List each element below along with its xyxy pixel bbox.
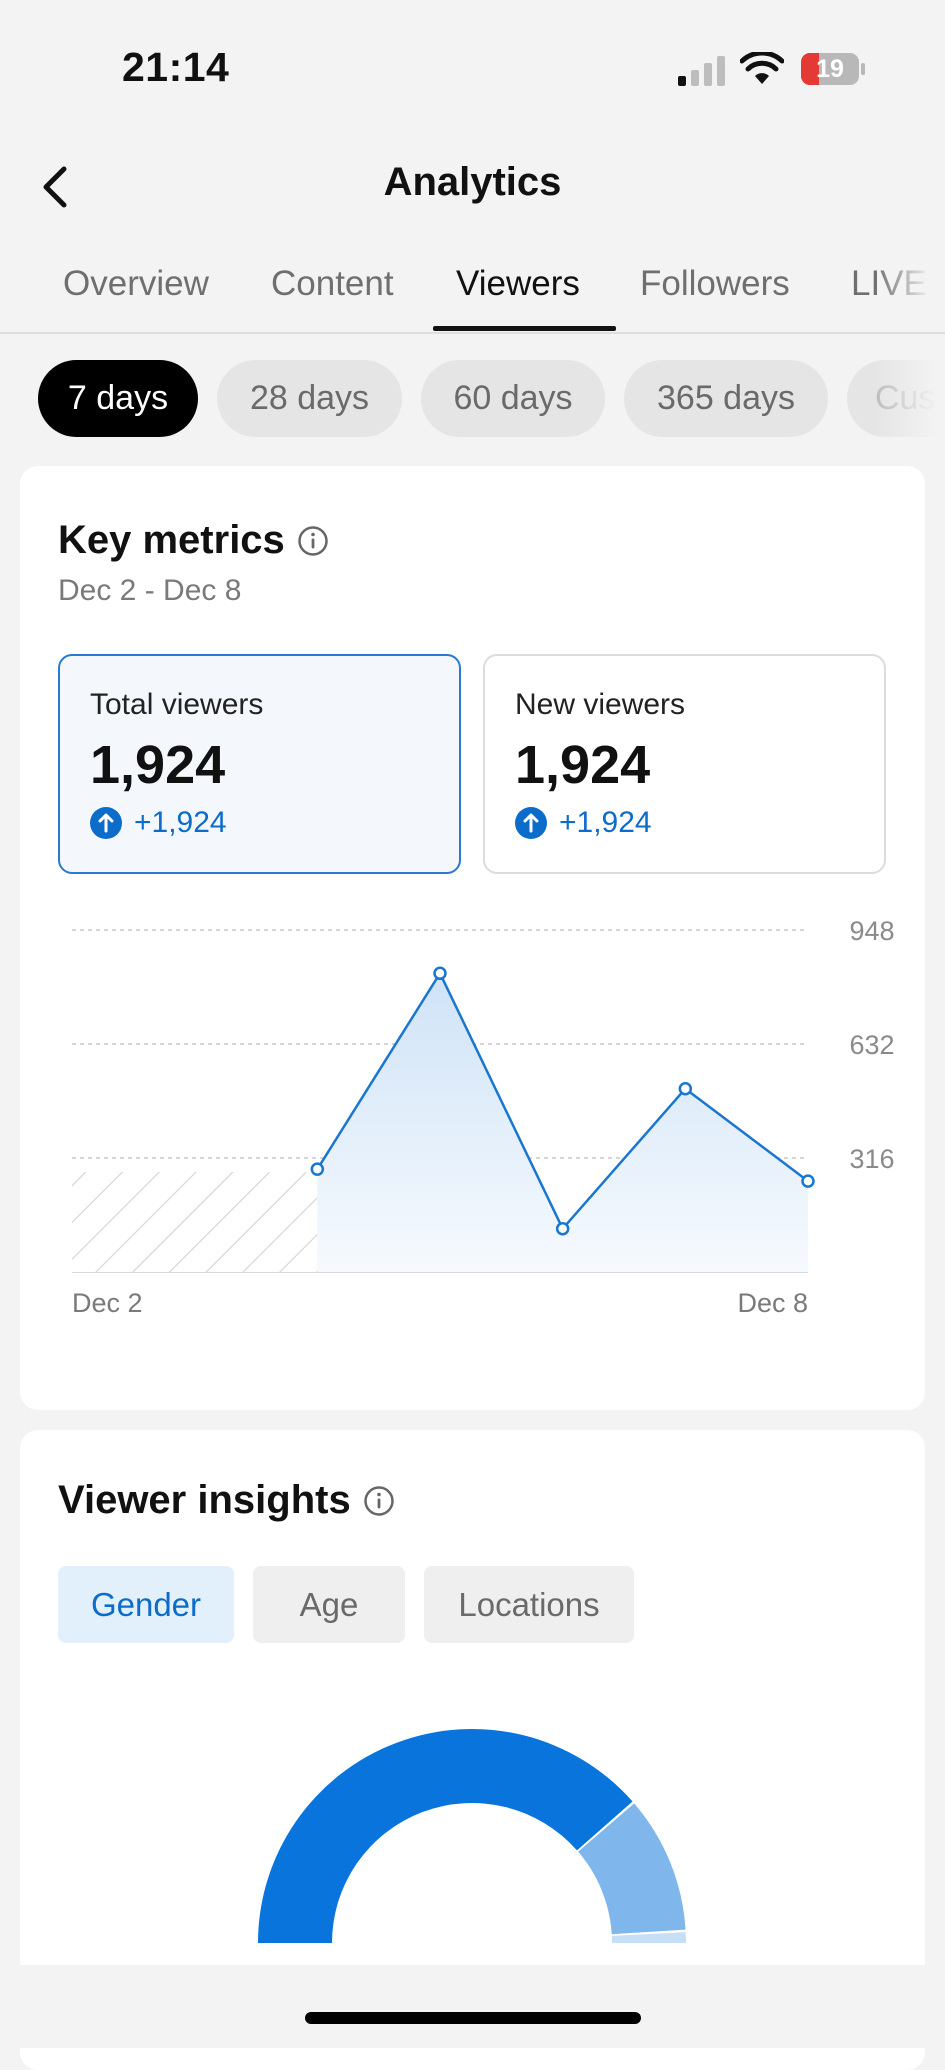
home-indicator <box>305 2012 641 2024</box>
range-7-days[interactable]: 7 days <box>38 360 198 437</box>
status-bar: 21:14 19 <box>0 0 945 120</box>
tab-viewers[interactable]: Viewers <box>456 264 580 304</box>
wifi-icon <box>740 52 784 84</box>
metric-new-viewers[interactable]: New viewers 1,924 +1,924 <box>483 654 886 874</box>
viewer-insights-title: Viewer insights <box>58 1478 351 1522</box>
analytics-tabs: Overview Content Viewers Followers LIVE <box>0 240 945 334</box>
cellular-signal-icon <box>678 56 725 86</box>
metric-value: 1,924 <box>515 735 651 795</box>
y-tick-label: 316 <box>849 1144 894 1174</box>
arrow-up-circle-icon <box>90 807 122 839</box>
key-metrics-title: Key metrics <box>58 518 285 562</box>
insight-tab-age[interactable]: Age <box>253 1566 405 1643</box>
y-tick-label: 632 <box>849 1030 894 1060</box>
insight-tab-locations[interactable]: Locations <box>424 1566 634 1643</box>
x-tick-label: Dec 8 <box>737 1288 808 1318</box>
metric-total-viewers[interactable]: Total viewers 1,924 +1,924 <box>58 654 461 874</box>
insight-tab-gender[interactable]: Gender <box>58 1566 234 1643</box>
metric-label: New viewers <box>515 688 686 721</box>
metric-change-value: +1,924 <box>559 806 652 839</box>
active-tab-indicator <box>433 326 616 331</box>
gender-segment <box>611 1932 686 1943</box>
date-range-selector: 7 days 28 days 60 days 365 days Cus <box>0 360 945 440</box>
no-data-hatch <box>72 1172 318 1272</box>
viewer-insights-heading: Viewer insights <box>58 1478 395 1523</box>
metric-change-value: +1,924 <box>134 806 227 839</box>
tabs-fade <box>875 240 945 330</box>
metric-change: +1,924 <box>90 806 227 840</box>
y-tick-label: 948 <box>849 916 894 946</box>
status-time: 21:14 <box>122 44 230 90</box>
page-title: Analytics <box>383 160 562 204</box>
data-point <box>433 966 447 981</box>
tab-overview[interactable]: Overview <box>63 264 209 304</box>
tab-content[interactable]: Content <box>271 264 394 304</box>
metric-value: 1,924 <box>90 735 226 795</box>
data-point <box>555 1221 570 1236</box>
data-point <box>310 1162 325 1176</box>
key-metrics-card: Key metrics Dec 2 - Dec 8 Total viewers … <box>20 466 925 1410</box>
info-icon[interactable] <box>363 1485 395 1517</box>
metric-label: Total viewers <box>90 688 264 721</box>
gender-segment <box>258 1729 633 1943</box>
bottom-safe-area <box>0 1965 945 2048</box>
range-28-days[interactable]: 28 days <box>217 360 402 437</box>
data-point <box>801 1174 815 1188</box>
gender-gauge-chart <box>258 1729 686 1943</box>
range-60-days[interactable]: 60 days <box>421 360 605 437</box>
key-metrics-heading: Key metrics <box>58 518 329 563</box>
battery-level: 19 <box>816 55 844 83</box>
range-fade <box>875 360 945 440</box>
data-point <box>678 1081 693 1096</box>
range-365-days[interactable]: 365 days <box>624 360 828 437</box>
metric-change: +1,924 <box>515 806 652 840</box>
viewers-chart: 316 632 948 Dec 2 Dec 8 <box>72 916 895 1318</box>
battery-low-icon: 19 <box>800 52 866 86</box>
tab-followers[interactable]: Followers <box>640 264 790 304</box>
x-tick-label: Dec 2 <box>72 1288 143 1318</box>
nav-bar: Analytics <box>0 140 945 230</box>
key-metrics-date-range: Dec 2 - Dec 8 <box>58 574 242 607</box>
info-icon[interactable] <box>297 525 329 557</box>
arrow-up-circle-icon <box>515 807 547 839</box>
